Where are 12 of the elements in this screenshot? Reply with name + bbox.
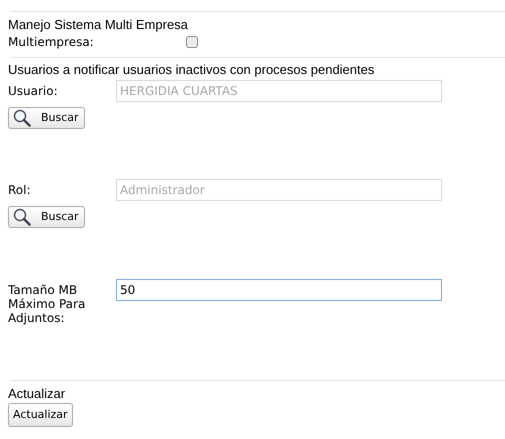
text-field[interactable]: 50 [116,279,442,301]
field-label: Multiempresa: [8,34,95,51]
field-label: Tamaño MB Máximo Para Adjuntos: [8,282,86,325]
search-icon [13,208,31,226]
field-label: Rol: [8,182,32,197]
section-title: Usuarios a notificar usuarios inactivos con procesos pendientes [8,62,376,78]
checkbox[interactable] [186,36,198,48]
field-label: Usuario: [8,83,59,98]
search-icon [13,109,31,127]
section-title: Manejo Sistema Multi Empresa [8,17,189,33]
update-button[interactable]: Actualizar [8,403,73,428]
section-title: Actualizar [8,386,66,402]
